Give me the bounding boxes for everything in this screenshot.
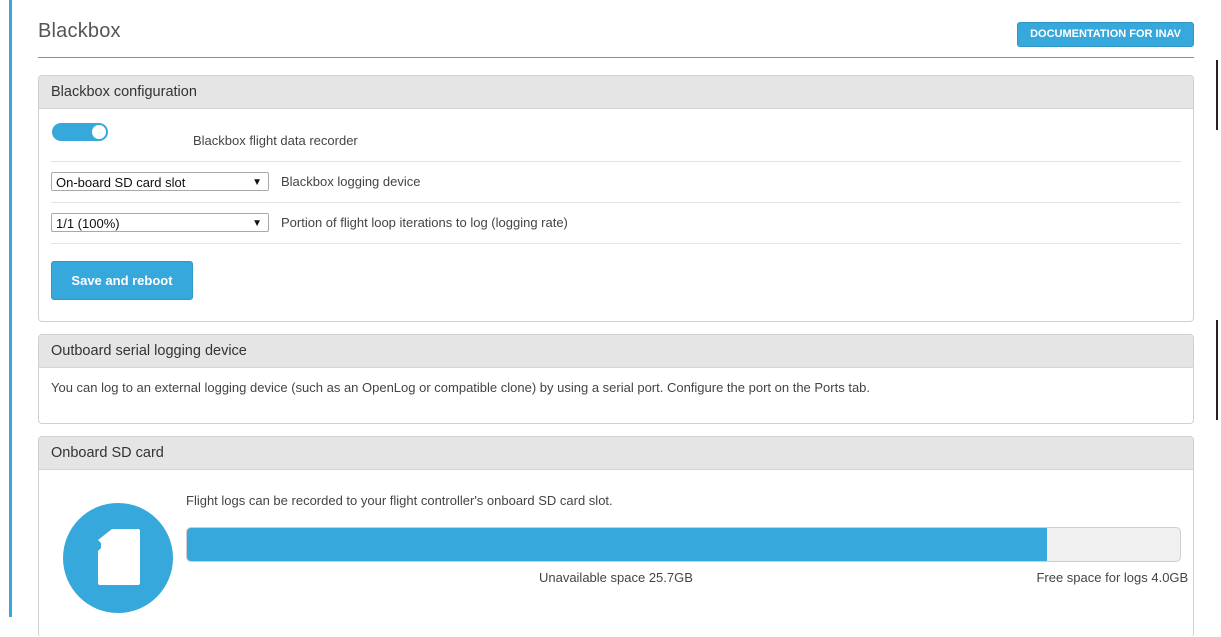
logging-device-value: On-board SD card slot bbox=[56, 175, 186, 190]
recorder-toggle[interactable] bbox=[52, 123, 108, 141]
logging-rate-select[interactable]: 1/1 (100%) ▼ bbox=[51, 213, 269, 232]
right-edge-fragment bbox=[1216, 320, 1218, 420]
logging-device-label: Blackbox logging device bbox=[281, 174, 421, 189]
unavailable-space-label: Unavailable space 25.7GB bbox=[538, 570, 693, 585]
sd-card-description: Flight logs can be recorded to your flig… bbox=[186, 493, 613, 508]
blackbox-page: Blackbox DOCUMENTATION FOR INAV Blackbox… bbox=[38, 0, 1194, 637]
sd-card-icon bbox=[63, 503, 173, 613]
documentation-button[interactable]: DOCUMENTATION FOR INAV bbox=[1017, 22, 1194, 47]
dropdown-arrow-icon: ▼ bbox=[252, 177, 262, 188]
recorder-toggle-row: Blackbox flight data recorder bbox=[51, 109, 1181, 162]
right-edge-fragment bbox=[1216, 60, 1218, 130]
logging-device-row: On-board SD card slot ▼ Blackbox logging… bbox=[51, 162, 1181, 203]
serial-logging-panel: Outboard serial logging device You can l… bbox=[38, 334, 1194, 424]
blackbox-configuration-panel: Blackbox configuration Blackbox flight d… bbox=[38, 75, 1194, 322]
dropdown-arrow-icon: ▼ bbox=[252, 218, 262, 229]
free-space-label: Free space for logs 4.0GB bbox=[1036, 570, 1189, 585]
sd-used-fill bbox=[187, 528, 1047, 561]
logging-rate-row: 1/1 (100%) ▼ Portion of flight loop iter… bbox=[51, 203, 1181, 244]
sd-usage-bar bbox=[186, 527, 1181, 562]
page-header: Blackbox DOCUMENTATION FOR INAV bbox=[38, 0, 1194, 58]
logging-device-select[interactable]: On-board SD card slot ▼ bbox=[51, 172, 269, 191]
panel-heading: Onboard SD card bbox=[39, 437, 1193, 470]
toggle-knob bbox=[92, 125, 106, 139]
recorder-label: Blackbox flight data recorder bbox=[193, 133, 358, 148]
page-title: Blackbox bbox=[38, 20, 121, 42]
panel-heading: Blackbox configuration bbox=[39, 76, 1193, 109]
save-and-reboot-button[interactable]: Save and reboot bbox=[51, 261, 193, 300]
left-accent-rule bbox=[9, 0, 12, 617]
logging-rate-label: Portion of flight loop iterations to log… bbox=[281, 215, 568, 230]
logging-rate-value: 1/1 (100%) bbox=[56, 216, 120, 231]
sd-card-panel: Onboard SD card Flight logs can be recor… bbox=[38, 436, 1194, 637]
serial-description: You can log to an external logging devic… bbox=[51, 380, 871, 395]
panel-heading: Outboard serial logging device bbox=[39, 335, 1193, 368]
sd-card-glyph bbox=[98, 529, 140, 585]
